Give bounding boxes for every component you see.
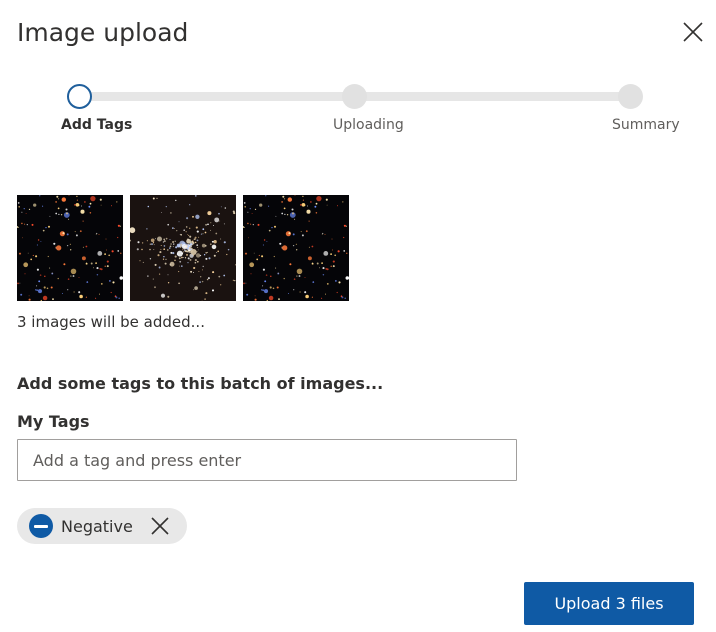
upload-files-button[interactable]: Upload 3 files — [524, 582, 694, 625]
tag-remove-button[interactable] — [149, 515, 171, 537]
my-tags-label: My Tags — [17, 412, 90, 431]
image-thumbnail — [243, 195, 349, 301]
step-indicator-summary — [618, 84, 643, 109]
starfield-image — [243, 195, 349, 301]
image-thumbnail — [17, 195, 123, 301]
close-button[interactable] — [680, 19, 706, 45]
image-thumbnail — [130, 195, 236, 301]
minus-circle-icon — [29, 514, 53, 538]
tags-heading: Add some tags to this batch of images... — [17, 374, 384, 393]
close-icon — [151, 517, 169, 535]
step-indicator-add-tags — [67, 84, 92, 109]
tag-chip: Negative — [17, 508, 187, 544]
step-indicator-uploading — [342, 84, 367, 109]
dialog-title: Image upload — [17, 18, 189, 47]
image-count-text: 3 images will be added... — [17, 313, 205, 331]
progress-stepper: Add Tags Uploading Summary — [0, 80, 716, 140]
step-label-add-tags: Add Tags — [61, 117, 133, 133]
globular-cluster-image — [130, 195, 236, 301]
tag-chip-label: Negative — [61, 516, 133, 536]
tag-input[interactable] — [17, 439, 517, 481]
close-icon — [683, 22, 703, 42]
starfield-image — [17, 195, 123, 301]
image-thumbnails — [17, 195, 349, 301]
step-label-uploading: Uploading — [333, 117, 404, 133]
step-label-summary: Summary — [612, 117, 680, 133]
